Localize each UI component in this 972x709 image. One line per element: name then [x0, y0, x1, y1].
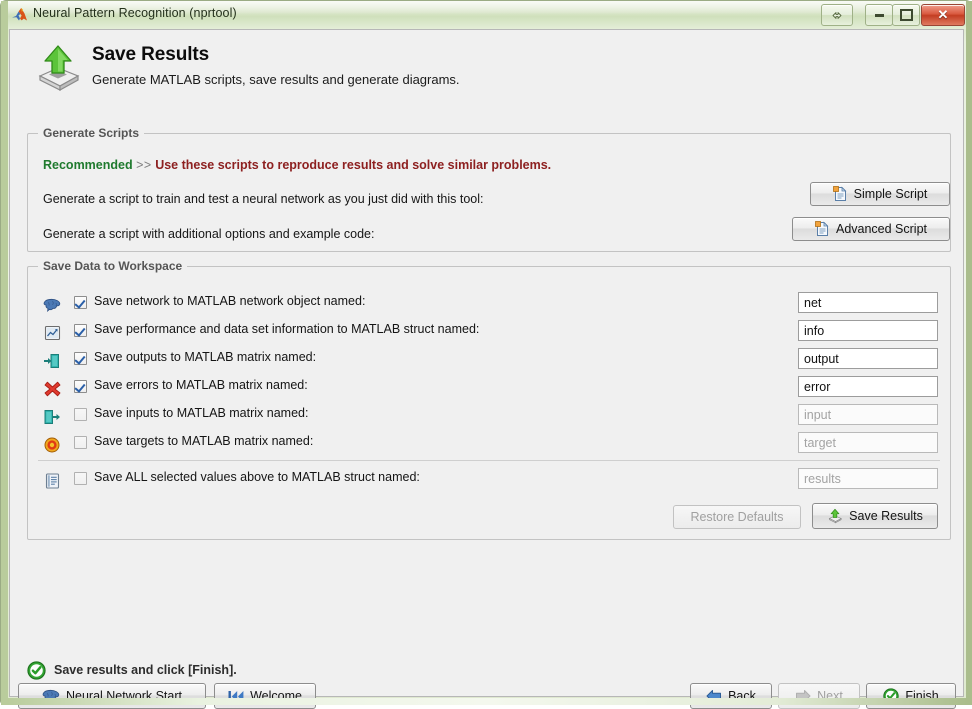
save-row-errors: Save errors to MATLAB matrix named:	[28, 375, 950, 403]
save-network-label: Save network to MATLAB network object na…	[94, 294, 366, 308]
save-errors-checkbox[interactable]	[74, 380, 87, 393]
maximize-icon[interactable]	[892, 4, 920, 26]
save-info-checkbox[interactable]	[74, 324, 87, 337]
save-row-network: Save network to MATLAB network object na…	[28, 291, 950, 319]
restore-defaults-button[interactable]: Restore Defaults	[673, 505, 801, 529]
green-check-circle-icon	[883, 688, 900, 704]
close-icon[interactable]: ✕	[921, 4, 965, 26]
recommended-line: Recommended >> Use these scripts to repr…	[43, 158, 551, 172]
report-icon	[42, 323, 62, 343]
errors-name-input[interactable]	[798, 376, 938, 397]
maximize-glyph	[893, 5, 919, 25]
save-errors-label: Save errors to MATLAB matrix named:	[94, 378, 308, 392]
page-title: Save Results	[92, 44, 210, 65]
simple-script-label: Simple Script	[853, 187, 928, 201]
minimize-icon[interactable]	[865, 4, 893, 26]
next-button[interactable]: Next	[778, 683, 860, 709]
neural-network-start-label: Neural Network Start	[65, 689, 182, 703]
advanced-script-button[interactable]: Advanced Script	[792, 217, 950, 241]
targets-name-input[interactable]	[798, 432, 938, 453]
info-name-input[interactable]	[798, 320, 938, 341]
neural-network-start-button[interactable]: Neural Network Start	[18, 683, 206, 709]
page-subtitle: Generate MATLAB scripts, save results an…	[92, 72, 460, 87]
save-inputs-label: Save inputs to MATLAB matrix named:	[94, 406, 309, 420]
save-data-group: Save Data to Workspace Save network to M…	[27, 259, 951, 540]
save-row-all: Save ALL selected values above to MATLAB…	[28, 467, 950, 495]
back-label: Back	[728, 689, 756, 703]
finish-button[interactable]: Finish	[866, 683, 956, 709]
input-arrow-icon	[42, 407, 62, 427]
advanced-script-description: Generate a script with additional option…	[43, 227, 375, 241]
save-targets-label: Save targets to MATLAB matrix named:	[94, 434, 314, 448]
save-inputs-checkbox[interactable]	[74, 408, 87, 421]
save-row-inputs: Save inputs to MATLAB matrix named:	[28, 403, 950, 431]
save-all-divider	[38, 460, 940, 461]
script-document-icon	[832, 186, 847, 201]
resize-arrows-icon[interactable]	[821, 4, 853, 26]
application-window: Neural Pattern Recognition (nprtool) ✕ S…	[0, 0, 972, 709]
next-label: Next	[817, 689, 843, 703]
status-message: Save results and click [Finish].	[54, 663, 237, 677]
script-document-icon	[815, 221, 829, 236]
save-data-title: Save Data to Workspace	[38, 259, 188, 273]
window-title: Neural Pattern Recognition (nprtool)	[33, 6, 237, 20]
generate-scripts-group: Generate Scripts Recommended >> Use thes…	[27, 126, 951, 252]
skip-to-start-icon	[228, 690, 244, 702]
back-button[interactable]: Back	[690, 683, 772, 709]
save-targets-checkbox[interactable]	[74, 436, 87, 449]
close-glyph: ✕	[937, 7, 949, 22]
minimize-glyph	[866, 5, 892, 25]
save-export-icon	[38, 45, 80, 92]
red-x-icon	[42, 379, 62, 399]
matlab-membrane-icon	[12, 8, 27, 21]
save-all-checkbox[interactable]	[74, 472, 87, 485]
save-results-label: Save Results	[849, 509, 923, 523]
network-name-input[interactable]	[798, 292, 938, 313]
save-row-targets: Save targets to MATLAB matrix named:	[28, 431, 950, 459]
inputs-name-input[interactable]	[798, 404, 938, 425]
save-row-outputs: Save outputs to MATLAB matrix named:	[28, 347, 950, 375]
save-all-label: Save ALL selected values above to MATLAB…	[94, 470, 420, 484]
struct-list-icon	[42, 471, 62, 491]
save-all-name-input[interactable]	[798, 468, 938, 489]
recommended-message: Use these scripts to reproduce results a…	[155, 158, 552, 172]
recommended-arrow: >>	[136, 158, 152, 172]
save-export-icon	[828, 508, 843, 524]
green-check-circle-icon	[27, 661, 46, 680]
save-info-label: Save performance and data set informatio…	[94, 322, 480, 336]
brain-icon	[42, 689, 60, 703]
brain-icon	[42, 295, 62, 315]
outputs-name-input[interactable]	[798, 348, 938, 369]
arrow-right-icon	[796, 690, 811, 702]
save-row-info: Save performance and data set informatio…	[28, 319, 950, 347]
recommended-label: Recommended	[43, 158, 133, 172]
finish-label: Finish	[905, 689, 939, 703]
advanced-script-label: Advanced Script	[835, 222, 928, 236]
save-outputs-checkbox[interactable]	[74, 352, 87, 365]
simple-script-button[interactable]: Simple Script	[810, 182, 950, 206]
title-bar[interactable]: Neural Pattern Recognition (nprtool) ✕	[1, 1, 972, 29]
save-outputs-label: Save outputs to MATLAB matrix named:	[94, 350, 317, 364]
client-area: Save Results Generate MATLAB scripts, sa…	[9, 29, 964, 709]
resize-glyph	[822, 5, 852, 25]
save-network-checkbox[interactable]	[74, 296, 87, 309]
restore-defaults-label: Restore Defaults	[690, 510, 784, 524]
save-results-button[interactable]: Save Results	[812, 503, 938, 529]
welcome-label: Welcome	[250, 689, 302, 703]
welcome-button[interactable]: Welcome	[214, 683, 316, 709]
output-arrow-icon	[42, 351, 62, 371]
arrow-left-icon	[706, 690, 722, 702]
target-icon	[42, 435, 62, 455]
simple-script-description: Generate a script to train and test a ne…	[43, 192, 484, 206]
generate-scripts-title: Generate Scripts	[38, 126, 145, 140]
